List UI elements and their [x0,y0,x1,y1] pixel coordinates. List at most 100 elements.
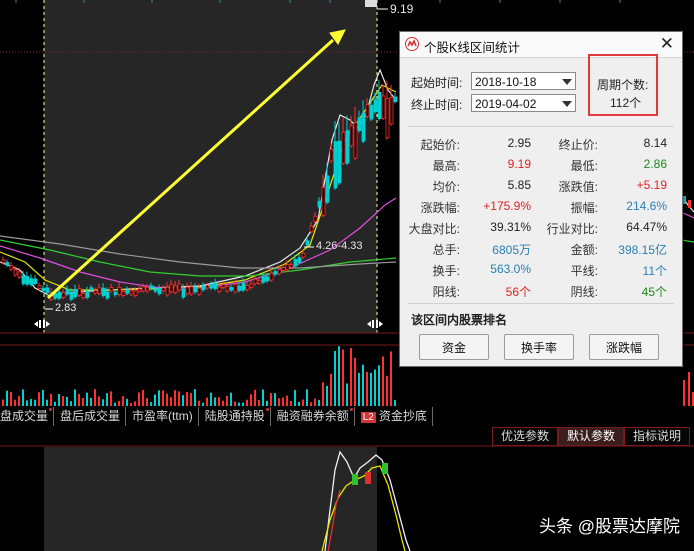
volume-bar [218,397,220,406]
candle-body [13,269,18,276]
candle-body [297,257,302,263]
new-dot [49,408,53,411]
end-date-select[interactable]: 2019-04-02 [471,94,576,112]
volume-bar [22,389,24,406]
volume-bar [214,397,216,406]
candle-body [389,97,394,125]
stat-value: 2.95 [507,136,531,150]
volume-bar [46,399,48,406]
chevron-down-icon[interactable] [562,79,572,85]
volume-bar [94,389,96,406]
stat-value: 214.6% [626,199,667,213]
candle-body [145,286,150,292]
volume-bar [14,399,16,406]
chevron-down-icon[interactable] [562,101,572,107]
volume-bar [86,392,88,406]
candle-body [153,288,158,292]
tab-northbound-holding[interactable]: 陆股通持股 [199,407,271,426]
volume-bar [198,400,200,406]
volume-bar [390,351,392,406]
candle-body [29,278,34,286]
volume-bar [206,397,208,406]
tab-after-hours-volume[interactable]: 盘后成交量 [54,407,127,426]
volume-bar [318,399,320,406]
stat-label: 金额: [570,243,598,257]
close-icon[interactable]: ✕ [660,35,674,52]
candle-body [69,292,74,300]
volume-bar [98,396,100,406]
volume-bar [62,396,64,406]
candle-body [185,286,190,295]
candle-body [121,291,126,296]
candle-body [161,287,166,292]
candle-body [37,285,42,289]
end-time-label: 终止时间: [411,98,463,112]
candle-body [341,131,346,164]
volume-bar [10,392,12,406]
new-dot [349,408,353,411]
candle-body [193,286,198,293]
volume-bar [146,397,148,406]
tab-optional-params[interactable]: 优选参数 [491,427,558,446]
volume-bar [134,401,136,406]
candle-body [353,122,358,159]
candle-body [233,283,238,293]
volume-bar [158,390,160,406]
turnover-rank-button[interactable]: 换手率 [504,334,574,360]
volume-bar [182,395,184,406]
volume-bar [374,369,376,406]
capital-rank-button[interactable]: 资金 [419,334,489,360]
candle-body [365,104,370,117]
candle-body [313,215,318,222]
param-tab-bar: 优选参数 默认参数 指标说明 [491,427,690,446]
end-date-value: 2019-04-02 [475,97,537,111]
volume-bar [106,393,108,406]
candle-body [137,288,142,292]
volume-bar [262,389,264,406]
volume-bar [386,375,388,406]
candle-body [265,276,270,282]
tab-margin-balance[interactable]: 融资融券余额 [271,407,355,426]
candle-body [217,286,222,292]
candle-body [181,288,186,298]
volume-bar [170,397,172,406]
candle-body [225,286,230,292]
candle-body [61,292,66,298]
stat-label: 均价: [432,180,460,194]
stat-label: 大盘对比: [408,222,460,236]
stat-value: 9.19 [507,157,531,171]
app-logo-icon [405,37,419,51]
tab-intraday-volume[interactable]: 盘成交量 [0,407,55,426]
start-date-select[interactable]: 2018-10-18 [471,72,576,90]
stat-value: 45个 [641,285,667,299]
volume-bar [38,392,40,406]
stat-label: 涨跌值: [558,180,598,194]
candle-body [125,289,130,294]
volume-bar [282,397,284,406]
tab-default-params[interactable]: 默认参数 [557,427,624,446]
candle-body [373,99,378,113]
volume-bar [226,395,228,406]
tab-pe-ttm[interactable]: 市盈率(ttm) [126,407,199,426]
volume-bar [326,385,328,406]
candle-body [177,283,182,291]
volume-bar [150,402,152,406]
volume-bar [130,402,132,406]
volume-bar [34,399,36,406]
candle-body [293,259,298,267]
candle-body [321,187,326,216]
tab-capital-bottom[interactable]: L2 资金抄底 [355,407,433,426]
candle-body [269,272,274,281]
tab-indicator-help[interactable]: 指标说明 [623,427,690,446]
stat-label: 最高: [432,159,460,173]
change-rank-button[interactable]: 涨跌幅 [589,334,659,360]
stat-value: 2.86 [643,157,667,171]
volume-bar [54,401,56,406]
high-price-marker: 9.19 [390,2,414,16]
stat-label: 换手: [432,264,460,278]
tab-label: 融资融券余额 [276,409,349,423]
candle-body [289,264,294,268]
candle-body [205,285,210,289]
candle-body [5,262,10,266]
candle-body [41,287,46,292]
